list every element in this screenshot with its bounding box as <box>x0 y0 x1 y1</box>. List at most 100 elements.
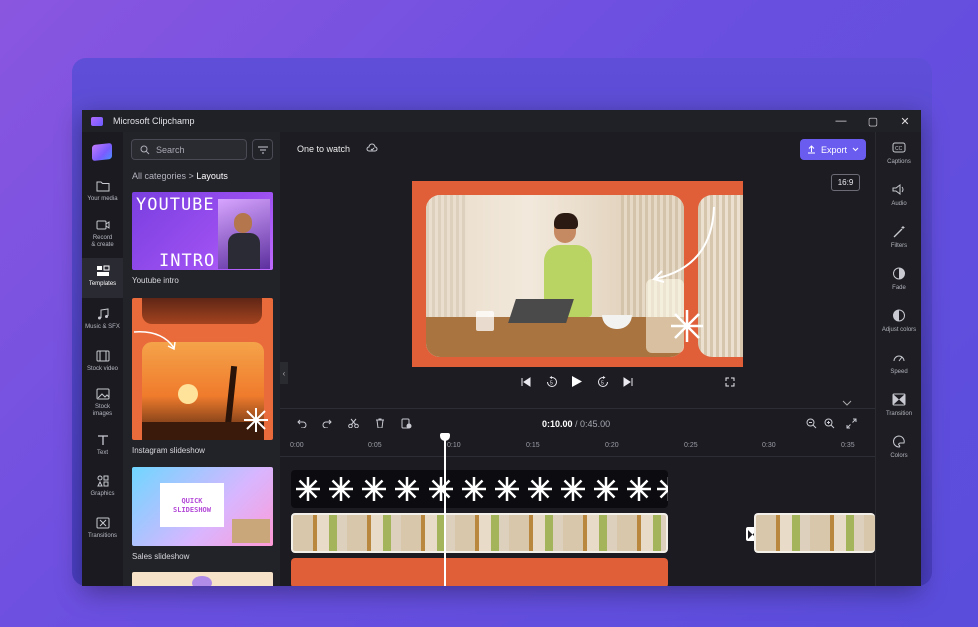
rightbar-captions[interactable]: CC Captions <box>876 141 921 165</box>
nav-label: Text <box>96 450 108 456</box>
nav-your-media[interactable]: Your media <box>82 180 123 203</box>
template-title-line1: YOUTUBE <box>136 195 215 215</box>
nav-label: Graphics <box>90 491 115 497</box>
sparkle-icon <box>671 310 703 342</box>
template-title-line1: QUICK <box>181 497 203 505</box>
editor-topbar: One to watch Export <box>280 132 875 166</box>
nav-music-sfx[interactable]: Music & SFX <box>82 308 123 331</box>
window-title: Microsoft Clipchamp <box>113 116 195 126</box>
aspect-ratio-button[interactable]: 16:9 <box>831 174 860 191</box>
wand-icon <box>893 226 905 238</box>
app-logo-icon <box>91 116 103 126</box>
svg-text:5: 5 <box>601 381 604 387</box>
collapse-panel-icon[interactable] <box>842 400 852 407</box>
nav-record-create[interactable]: Record & create <box>82 219 123 249</box>
transitions-icon <box>96 517 109 529</box>
undo-icon[interactable] <box>297 418 307 428</box>
nav-stock-video[interactable]: Stock video <box>82 350 123 373</box>
template-card <box>160 483 224 527</box>
rightbar-label: Fade <box>892 285 906 291</box>
clipchamp-window: Microsoft Clipchamp — ▢ ✕ Your media Rec… <box>82 110 921 586</box>
contrast-icon <box>893 309 905 322</box>
redo-icon[interactable] <box>322 418 332 428</box>
svg-text:CC: CC <box>895 146 903 152</box>
music-icon <box>97 308 108 320</box>
template-instagram-slideshow[interactable] <box>132 298 273 440</box>
skip-forward-icon[interactable] <box>623 377 633 387</box>
template-person-image <box>218 199 270 269</box>
add-media-icon[interactable] <box>401 418 412 429</box>
film-icon <box>96 350 109 362</box>
background-clip[interactable] <box>291 558 668 586</box>
project-title[interactable]: One to watch <box>297 144 350 154</box>
nav-stock-images[interactable]: Stock images <box>82 388 123 418</box>
clipchamp-logo-icon <box>92 142 112 162</box>
video-clip-1[interactable] <box>291 513 668 553</box>
skip-back-icon[interactable] <box>521 377 531 387</box>
template-sales-slideshow[interactable]: QUICK SLIDESHOW <box>132 467 273 546</box>
sticker-clip[interactable] <box>291 470 668 508</box>
minimize-button[interactable]: — <box>825 110 857 132</box>
zoom-in-icon[interactable] <box>824 418 835 429</box>
template-youtube-intro[interactable]: YOUTUBE INTRO <box>132 192 273 270</box>
nav-transitions[interactable]: Transitions <box>82 517 123 540</box>
export-label: Export <box>820 144 847 155</box>
forward-5s-icon[interactable]: 5 <box>597 376 609 388</box>
text-icon <box>97 435 108 445</box>
filter-button[interactable] <box>252 139 273 160</box>
nav-templates[interactable]: Templates <box>82 258 123 298</box>
fit-timeline-icon[interactable] <box>846 418 857 429</box>
title-bar: Microsoft Clipchamp — ▢ ✕ <box>82 110 921 132</box>
play-icon[interactable] <box>571 375 583 388</box>
rewind-5s-icon[interactable]: 5 <box>546 376 558 388</box>
total-time: 0:45.00 <box>580 419 611 429</box>
rightbar-speed[interactable]: Speed <box>876 351 921 375</box>
nav-label: Music & SFX <box>85 324 120 330</box>
rightbar-adjust-colors[interactable]: Adjust colors <box>876 309 921 333</box>
rightbar-fade[interactable]: Fade <box>876 267 921 291</box>
playback-controls: 5 5 <box>82 373 921 391</box>
rightbar-transition[interactable]: Transition <box>876 393 921 417</box>
breadcrumb: All categories > Layouts <box>132 171 228 181</box>
rightbar-label: Adjust colors <box>881 327 917 333</box>
svg-text:5: 5 <box>550 381 553 387</box>
template-label: Sales slideshow <box>132 552 190 561</box>
ruler-tick: 0:30 <box>762 442 776 449</box>
arrow-icon <box>652 206 715 283</box>
graphics-icon <box>96 475 108 487</box>
folder-icon <box>96 181 109 192</box>
search-placeholder: Search <box>156 144 185 155</box>
speedometer-icon <box>893 355 905 362</box>
rightbar-label: Audio <box>891 201 907 207</box>
scissors-icon[interactable] <box>348 418 359 428</box>
nav-graphics[interactable]: Graphics <box>82 475 123 498</box>
fullscreen-icon[interactable] <box>725 377 735 387</box>
upload-icon <box>807 145 815 154</box>
templates-icon <box>96 265 109 276</box>
template-next[interactable] <box>132 572 273 586</box>
close-button[interactable]: ✕ <box>889 110 921 132</box>
ruler-tick: 0:05 <box>368 442 382 449</box>
playhead[interactable] <box>440 433 450 586</box>
search-input[interactable]: Search <box>131 139 247 160</box>
rightbar-filters[interactable]: Filters <box>876 225 921 249</box>
current-time: 0:10.00 <box>542 419 573 429</box>
rightbar-audio[interactable]: Audio <box>876 183 921 207</box>
cloud-saved-icon <box>366 143 378 152</box>
rightbar-colors[interactable]: Colors <box>876 435 921 459</box>
nav-text[interactable]: Text <box>82 434 123 457</box>
ruler-tick: 0:10 <box>447 442 461 449</box>
nav-label: Stock video <box>86 366 119 372</box>
zoom-out-icon[interactable] <box>806 418 817 429</box>
video-preview[interactable] <box>412 181 743 367</box>
arrow-icon <box>133 331 176 351</box>
maximize-button[interactable]: ▢ <box>857 110 889 132</box>
video-clip-2[interactable] <box>754 513 875 553</box>
ruler-tick: 0:35 <box>841 442 855 449</box>
timeline-ruler[interactable]: 0:00 0:05 0:10 0:15 0:20 0:25 0:30 0:35 <box>280 437 875 457</box>
nav-label: Transitions <box>87 533 118 539</box>
delete-icon[interactable] <box>375 418 385 428</box>
breadcrumb-all-categories[interactable]: All categories <box>132 171 186 181</box>
ruler-tick: 0:25 <box>684 442 698 449</box>
export-button[interactable]: Export <box>800 139 866 160</box>
